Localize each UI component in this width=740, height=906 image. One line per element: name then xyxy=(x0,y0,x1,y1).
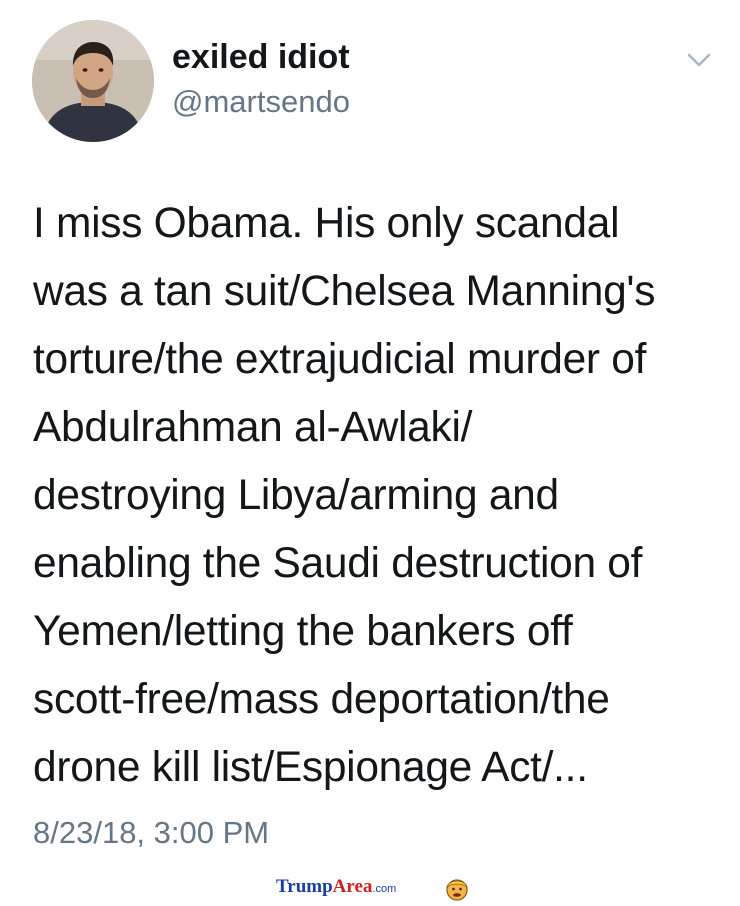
tweet-text-line: Abdulrahman al-Awlaki/ xyxy=(33,404,473,451)
user-handle[interactable]: @martsendo xyxy=(172,84,350,120)
trump-face-icon xyxy=(446,879,468,901)
watermark: TrumpArea.com xyxy=(276,876,396,906)
tweet-timestamp[interactable]: 8/23/18, 3:00 PM xyxy=(33,815,269,851)
avatar-photo xyxy=(32,20,154,142)
watermark-part-trump: Trump xyxy=(276,876,333,897)
tweet-text: I miss Obama. His only scandal was a tan… xyxy=(33,190,723,802)
tweet-text-line: torture/the extrajudicial murder of xyxy=(33,336,647,383)
tweet-text-line: drone kill list/Espionage Act/... xyxy=(33,744,588,791)
tweet-text-line: was a tan suit/Chelsea Manning's xyxy=(33,268,656,315)
tweet-text-line: destroying Libya/arming and xyxy=(33,472,559,519)
watermark-part-area: Area xyxy=(332,876,373,897)
watermark-part-com: .com xyxy=(372,883,397,895)
chevron-down-icon[interactable] xyxy=(686,50,712,70)
avatar[interactable] xyxy=(32,20,154,142)
tweet-text-line: Yemen/letting the bankers off xyxy=(33,608,573,655)
tweet-text-line: scott-free/mass deportation/the xyxy=(33,676,610,723)
display-name[interactable]: exiled idiot xyxy=(172,38,350,77)
tweet-text-line: I miss Obama. His only scandal xyxy=(33,200,620,247)
tweet-text-line: enabling the Saudi destruction of xyxy=(33,540,643,587)
